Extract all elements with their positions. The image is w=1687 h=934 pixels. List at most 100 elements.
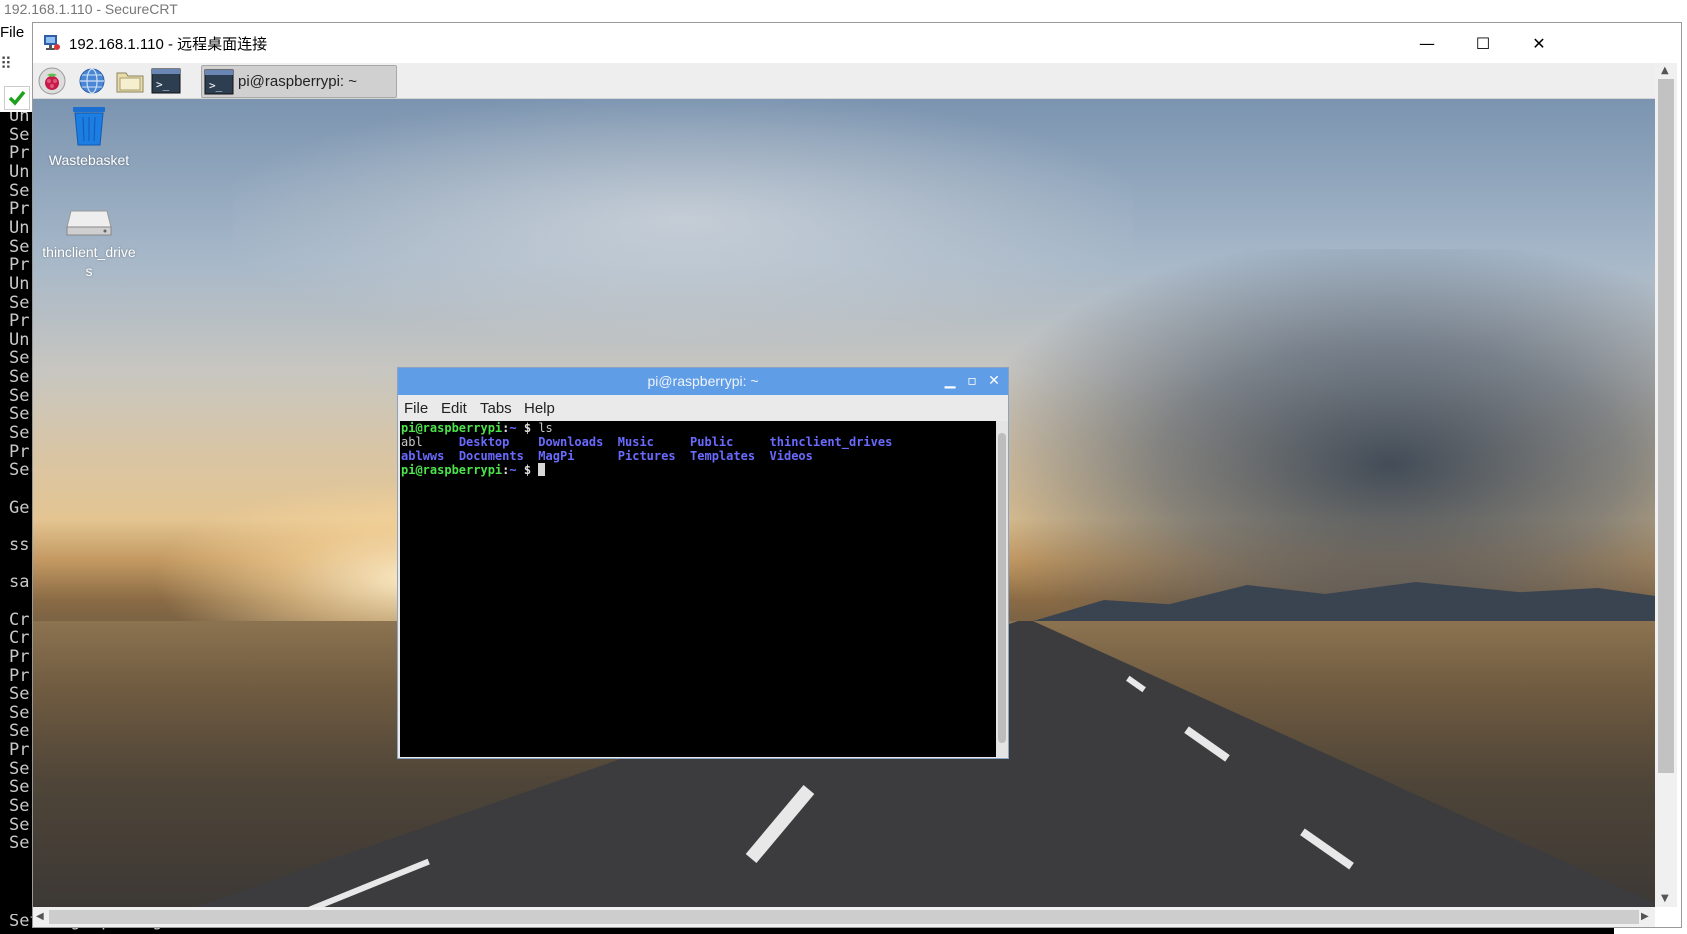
ls-output-row-2: ablwws Documents MagPi Pictures Template… — [401, 449, 813, 463]
terminal-output[interactable]: pi@raspberrypi:~ $ ls abl Desktop Downlo… — [400, 421, 996, 757]
desktop-icon-thinclient-drives[interactable]: thinclient_drives — [39, 207, 139, 281]
securecrt-line: Pr — [9, 665, 30, 686]
rdp-horizontal-scroll-thumb[interactable] — [49, 910, 1639, 924]
securecrt-line: Pr — [9, 646, 30, 667]
ls-entry: Downloads — [538, 435, 604, 449]
terminal-launcher-icon[interactable]: >_ — [151, 67, 181, 95]
securecrt-line: Cr — [9, 628, 30, 649]
ls-entry: thinclient_drives — [769, 435, 893, 449]
maximize-button[interactable]: ☐ — [1455, 23, 1511, 63]
ls-entry: Public — [690, 435, 734, 449]
terminal-icon: >_ — [204, 69, 234, 99]
lxde-panel: >_ >_ pi@raspberrypi: ~ — [33, 63, 1655, 99]
close-button[interactable]: ✕ — [1511, 23, 1567, 63]
file-manager-icon[interactable] — [115, 67, 145, 95]
securecrt-line: Pr — [9, 255, 30, 276]
raspberry-menu-icon[interactable] — [37, 67, 67, 95]
lxterminal-minimize-button[interactable]: ▁ — [940, 371, 960, 391]
securecrt-line: Un — [9, 273, 30, 294]
securecrt-line: Se — [9, 124, 30, 145]
remote-session[interactable]: >_ >_ pi@raspberrypi: ~ Wastebasket thin… — [33, 63, 1655, 907]
web-browser-icon[interactable] — [77, 67, 107, 95]
wallpaper-clouds-dark — [983, 249, 1655, 609]
securecrt-menu-file[interactable]: File — [0, 24, 24, 41]
rdp-titlebar[interactable]: 192.168.1.110 - 远程桌面连接 — ☐ ✕ — [33, 23, 1681, 63]
scroll-up-arrow-icon[interactable]: ▲ — [1661, 65, 1669, 76]
securecrt-line: Se — [9, 702, 30, 723]
securecrt-terminal[interactable]: Un Se Pr Un Se Pr Un Se Pr Un Se Pr Un Se Se Se Se Se Pr Se… — [0, 112, 36, 934]
remote-desktop-icon — [43, 33, 61, 51]
securecrt-line: Se — [9, 777, 30, 798]
lxterminal-maximize-button[interactable]: ▫ — [962, 371, 982, 391]
ls-entry: Music — [617, 435, 654, 449]
securecrt-line: Pr — [9, 199, 30, 220]
securecrt-line: Un — [9, 161, 30, 182]
scroll-left-arrow-icon[interactable]: ◀ — [36, 911, 44, 922]
terminal-line-command: pi@raspberrypi:~ $ ls — [401, 421, 553, 435]
rdp-vertical-scroll-thumb[interactable] — [1658, 79, 1674, 773]
connected-check-icon[interactable] — [4, 86, 30, 110]
ls-output-row-1: abl Desktop Downloads Music Public thinc… — [401, 435, 892, 449]
minimize-button[interactable]: — — [1399, 23, 1455, 63]
securecrt-line: Cr — [9, 609, 30, 630]
text-cursor — [538, 463, 546, 476]
ls-entry: MagPi — [538, 449, 575, 463]
svg-text:>_: >_ — [156, 78, 170, 91]
ls-entry: abl — [401, 435, 423, 449]
lxterminal-title: pi@raspberrypi: ~ — [647, 373, 759, 389]
securecrt-line: sa — [9, 572, 30, 593]
securecrt-line: Pr — [9, 143, 30, 164]
taskbar-terminal-button[interactable]: >_ pi@raspberrypi: ~ — [201, 65, 397, 98]
securecrt-line: Pr — [9, 740, 30, 761]
securecrt-line: Se — [9, 460, 30, 481]
securecrt-line: ss — [9, 534, 30, 555]
securecrt-title: 192.168.1.110 - SecureCRT — [0, 0, 1687, 20]
securecrt-line: Se — [9, 180, 30, 201]
securecrt-line: Se — [9, 236, 30, 257]
securecrt-line: Se — [9, 833, 30, 854]
rdp-horizontal-scrollbar[interactable]: ◀ ▶ — [33, 907, 1655, 927]
lxterminal-scrollbar[interactable] — [996, 421, 1008, 757]
menu-file[interactable]: File — [404, 400, 428, 417]
ls-entry: Videos — [769, 449, 813, 463]
ls-entry: Templates — [690, 449, 756, 463]
securecrt-line: Se — [9, 292, 30, 313]
desktop-wallpaper[interactable]: Wastebasket thinclient_drives pi@raspber… — [33, 99, 1655, 907]
scroll-down-arrow-icon[interactable]: ▼ — [1661, 893, 1669, 904]
menu-tabs[interactable]: Tabs — [480, 400, 512, 417]
securecrt-line: Se — [9, 348, 30, 369]
securecrt-line: Se — [9, 404, 30, 425]
securecrt-line: Pr — [9, 441, 30, 462]
rdp-title: 192.168.1.110 - 远程桌面连接 — [69, 36, 268, 53]
ls-entry: Documents — [458, 449, 524, 463]
securecrt-line: Un — [9, 217, 30, 238]
scroll-right-arrow-icon[interactable]: ▶ — [1641, 911, 1649, 922]
rdp-vertical-scrollbar[interactable]: ▲ ▼ — [1655, 63, 1677, 907]
desktop-icon-wastebasket[interactable]: Wastebasket — [39, 103, 139, 170]
securecrt-line: Se — [9, 758, 30, 779]
menu-edit[interactable]: Edit — [441, 400, 467, 417]
lxterminal-scroll-thumb[interactable] — [998, 433, 1006, 743]
securecrt-line: Un — [9, 329, 30, 350]
lxterminal-close-button[interactable]: ✕ — [984, 371, 1004, 391]
drive-icon — [66, 210, 112, 236]
securecrt-line: Se — [9, 385, 30, 406]
securecrt-line: Se — [9, 721, 30, 742]
wastebasket-icon — [73, 107, 105, 146]
ls-entry: ablwws — [401, 449, 445, 463]
securecrt-line: Se — [9, 684, 30, 705]
ls-entry: Pictures — [617, 449, 676, 463]
thinclient-drives-label: thinclient_drives — [42, 244, 136, 279]
svg-text:>_: >_ — [209, 79, 223, 92]
lxterminal-window: pi@raspberrypi: ~ ▁ ▫ ✕ File Edit Tabs H… — [397, 367, 1009, 759]
taskbar-terminal-label: pi@raspberrypi: ~ — [238, 73, 358, 90]
securecrt-line: Se — [9, 423, 30, 444]
securecrt-line: Ge — [9, 497, 30, 518]
securecrt-line: Se — [9, 796, 30, 817]
lxterminal-menubar: File Edit Tabs Help — [398, 395, 1008, 421]
toolbar-grip-icon: ⠿ — [0, 54, 12, 73]
menu-help[interactable]: Help — [524, 400, 555, 417]
lxterminal-titlebar[interactable]: pi@raspberrypi: ~ ▁ ▫ ✕ — [398, 368, 1008, 395]
wastebasket-label: Wastebasket — [48, 152, 130, 168]
remote-desktop-window: 192.168.1.110 - 远程桌面连接 — ☐ ✕ >_ >_ pi@ra… — [32, 22, 1682, 928]
